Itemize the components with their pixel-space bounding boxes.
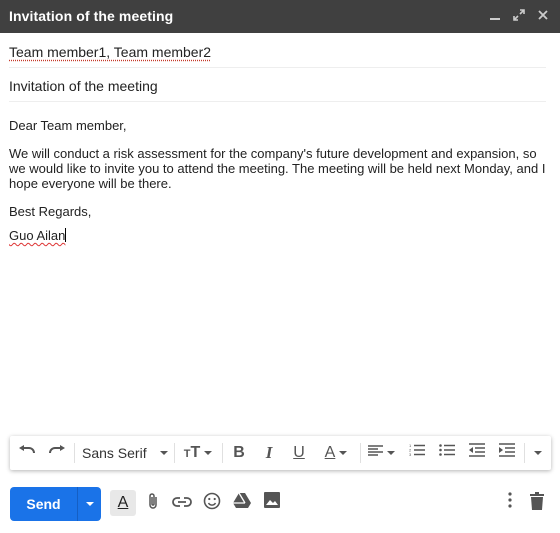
close-icon[interactable] bbox=[535, 8, 551, 24]
window-title: Invitation of the meeting bbox=[9, 8, 174, 24]
drive-icon[interactable] bbox=[230, 492, 254, 516]
to-field[interactable]: Team member1, Team member2 bbox=[9, 34, 546, 68]
attach-icon[interactable] bbox=[141, 492, 165, 516]
closing: Best Regards, bbox=[9, 204, 92, 219]
body-paragraph: We will conduct a risk assessment for th… bbox=[9, 146, 546, 191]
font-family-select[interactable]: Sans Serif bbox=[80, 436, 172, 470]
font-family-value: Sans Serif bbox=[82, 445, 147, 461]
more-options-icon[interactable] bbox=[498, 492, 522, 516]
greeting: Dear Team member, bbox=[9, 118, 127, 133]
discard-draft-icon[interactable] bbox=[525, 492, 549, 516]
text-cursor bbox=[65, 228, 67, 242]
chevron-down-icon bbox=[160, 451, 168, 455]
minimize-icon[interactable] bbox=[487, 8, 503, 24]
chevron-down-icon bbox=[86, 502, 94, 506]
signature: Guo Ailan bbox=[9, 228, 66, 243]
underline-icon[interactable]: U bbox=[288, 436, 310, 470]
bold-icon[interactable]: B bbox=[228, 436, 250, 470]
emoji-icon[interactable] bbox=[200, 492, 224, 516]
send-button[interactable]: Send bbox=[10, 487, 77, 521]
message-body[interactable]: Dear Team member, We will conduct a risk… bbox=[9, 118, 549, 256]
send-button-group: Send bbox=[10, 487, 101, 521]
numbered-list-icon[interactable]: 123 bbox=[406, 436, 428, 470]
italic-icon[interactable]: I bbox=[258, 436, 280, 470]
formatting-toolbar: Sans Serif TT B I U A 123 bbox=[10, 436, 551, 470]
subject-text[interactable]: Invitation of the meeting bbox=[9, 78, 158, 94]
recipients[interactable]: Team member1, Team member2 bbox=[9, 44, 211, 60]
link-icon[interactable] bbox=[170, 492, 194, 516]
align-icon[interactable] bbox=[364, 436, 398, 470]
more-formatting-icon[interactable] bbox=[528, 436, 548, 470]
undo-icon[interactable] bbox=[16, 436, 38, 470]
schedule-send-dropdown[interactable] bbox=[78, 487, 101, 521]
indent-less-icon[interactable] bbox=[466, 436, 488, 470]
redo-icon[interactable] bbox=[46, 436, 68, 470]
font-size-icon[interactable]: TT bbox=[180, 436, 216, 470]
subject-field[interactable]: Invitation of the meeting bbox=[9, 68, 546, 102]
indent-more-icon[interactable] bbox=[496, 436, 518, 470]
svg-text:3: 3 bbox=[409, 452, 412, 457]
insert-photo-icon[interactable] bbox=[260, 492, 284, 516]
formatting-options-icon[interactable]: A bbox=[110, 490, 136, 516]
expand-icon[interactable] bbox=[511, 8, 527, 24]
bulleted-list-icon[interactable] bbox=[436, 436, 458, 470]
text-color-icon[interactable]: A bbox=[318, 436, 354, 470]
compose-titlebar[interactable]: Invitation of the meeting bbox=[0, 0, 560, 33]
